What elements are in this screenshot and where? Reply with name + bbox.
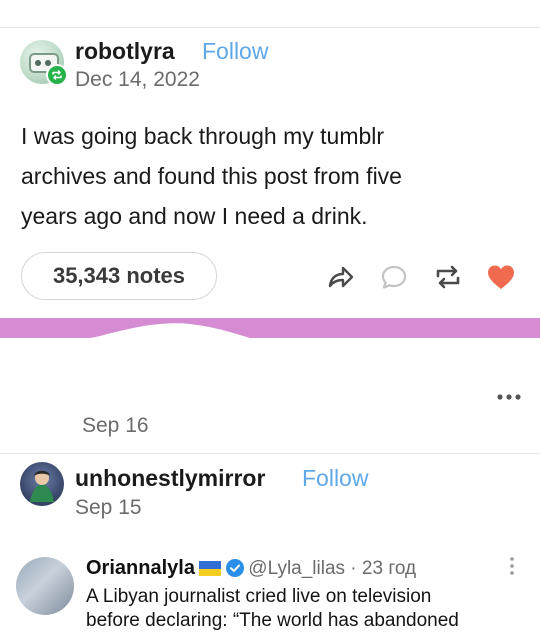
verified-badge-icon — [225, 559, 244, 577]
tweet-text-line: before declaring: “The world has abandon… — [86, 610, 459, 631]
notes-button[interactable]: 35,343 notes — [21, 252, 217, 300]
follow-button[interactable]: Follow — [302, 465, 368, 492]
post-body-line: I was going back through my tumblr — [21, 123, 385, 149]
reblog-icon[interactable] — [433, 264, 463, 295]
tweet-avatar[interactable] — [16, 557, 74, 615]
tweet-more-icon[interactable] — [509, 556, 515, 581]
like-icon[interactable] — [486, 264, 516, 295]
follow-button[interactable]: Follow — [202, 38, 268, 65]
reply-icon[interactable] — [380, 264, 408, 295]
ukraine-flag-icon — [199, 561, 222, 576]
torn-edge-graphic — [0, 318, 540, 363]
post-date: Sep 16 — [82, 414, 149, 437]
share-icon[interactable] — [326, 264, 354, 295]
notes-count: 35,343 notes — [52, 263, 186, 288]
divider — [0, 453, 540, 454]
avatar-unhonestlymirror[interactable] — [20, 462, 64, 506]
post-username[interactable]: robotlyra — [75, 38, 175, 65]
post-username[interactable]: unhonestlymirror — [75, 465, 265, 492]
post-body-line: archives and found this post from five — [21, 163, 402, 189]
tweet-handle-time: @Lyla_lilas · 23 год — [248, 558, 417, 579]
post-date: Dec 14, 2022 — [75, 68, 200, 91]
more-options-icon[interactable] — [496, 388, 522, 406]
tweet-header: Oriannalyla @Lyla_lilas · 23 год — [86, 557, 416, 580]
tweet-author-name[interactable]: Oriannalyla — [86, 557, 195, 579]
post-body-line: years ago and now I need a drink. — [21, 203, 368, 229]
tweet-text-line: A Libyan journalist cried live on televi… — [86, 586, 432, 607]
reblog-badge-icon — [46, 64, 68, 86]
post-body: I was going back through my tumblr archi… — [21, 116, 521, 236]
tweet-text: A Libyan journalist cried live on televi… — [86, 585, 526, 633]
divider-top — [0, 27, 540, 28]
post-date: Sep 15 — [75, 496, 142, 519]
